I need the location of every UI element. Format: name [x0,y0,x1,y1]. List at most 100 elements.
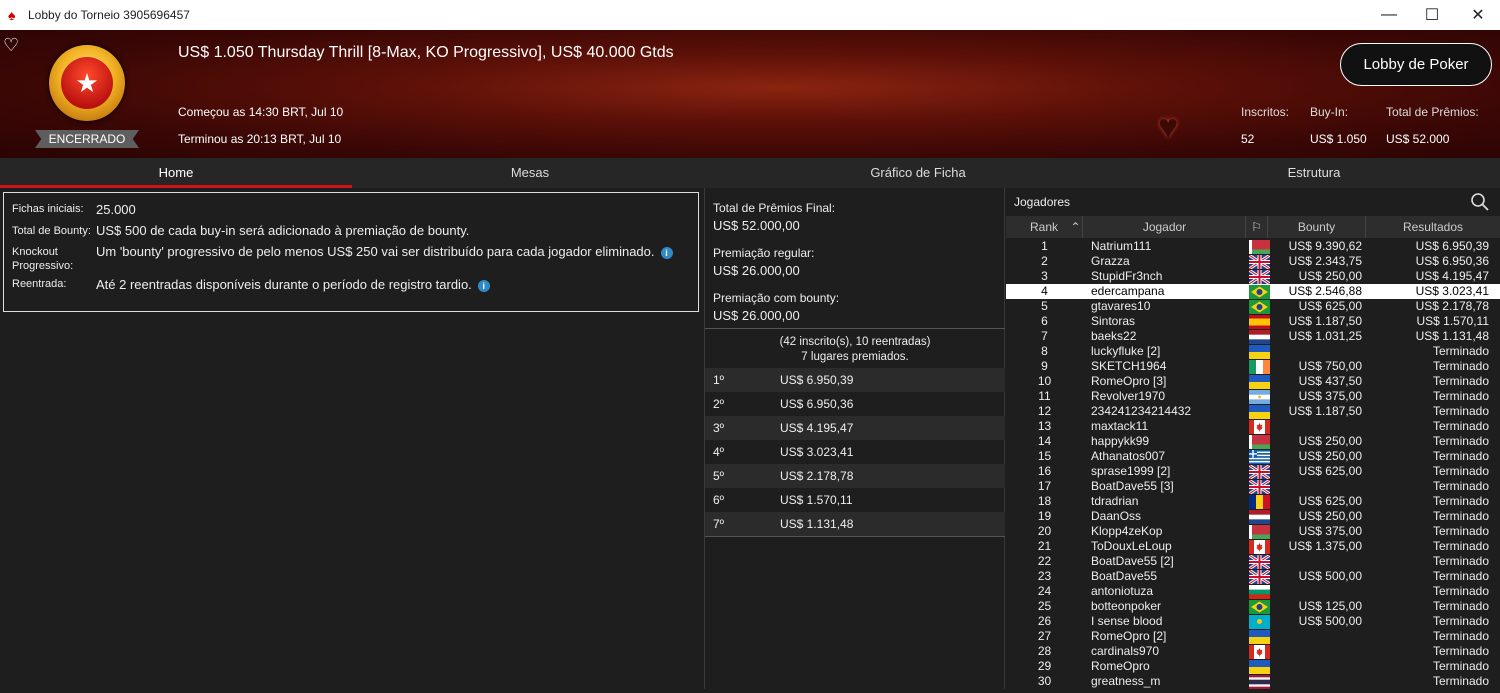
prizepool-label: Total de Prêmios: [1386,105,1479,119]
close-button[interactable]: ✕ [1455,0,1500,30]
rank-cell: 5 [1041,299,1048,313]
favorite-heart-icon[interactable]: ♡ [3,35,19,56]
player-name-cell: ToDouxLeLoup [1091,539,1172,553]
info-value: US$ 500 de cada buy-in será adicionado à… [96,223,470,238]
table-row[interactable]: 11 Revolver1970 US$ 375,00 Terminado [1006,389,1500,405]
info-row-starting-chips: Fichas iniciais: 25.000 [12,200,690,219]
table-row[interactable]: 28 cardinals970 Terminado [1006,644,1500,659]
table-row[interactable]: 20 Klopp4zeKop US$ 375,00 Terminado [1006,524,1500,539]
table-row[interactable]: 2 Grazza US$ 2.343,75 US$ 6.950,36 [1006,253,1500,271]
player-name-cell: Klopp4zeKop [1091,524,1163,538]
minimize-button[interactable]: — [1366,0,1412,30]
table-row[interactable]: 10 RomeOpro [3] US$ 437,50 Terminado [1006,374,1500,390]
entrants-label: Inscritos: [1241,105,1290,119]
player-name-cell: Natrium111 [1091,239,1152,253]
player-name-cell: I sense blood [1091,614,1163,628]
table-row[interactable]: 17 BoatDave55 [3] Terminado [1006,478,1500,496]
rank-cell: 15 [1037,449,1052,463]
poker-lobby-button[interactable]: Lobby de Poker [1340,43,1492,86]
table-row[interactable]: 6 Sintoras US$ 1.187,50 US$ 1.570,11 [1006,314,1500,330]
table-row[interactable]: 7 baeks22 US$ 1.031,25 US$ 1.131,48 [1006,329,1500,345]
entries-summary: (42 inscrito(s), 10 reentradas) [779,336,931,348]
tab-tables[interactable]: Mesas [352,158,708,188]
tab-chip-graph[interactable]: Gráfico de Ficha [708,158,1128,188]
window-title: Lobby do Torneio 3905696457 [28,8,190,22]
sort-asc-icon[interactable]: ⌃ [1068,216,1083,238]
rank-cell: 13 [1037,419,1052,433]
info-icon[interactable]: i [477,279,490,292]
table-row[interactable]: 14 happykk99 US$ 250,00 Terminado [1006,434,1500,449]
payout-amount: US$ 6.950,36 [780,397,854,411]
search-icon[interactable] [1470,192,1490,212]
end-time: Terminou as 20:13 BRT, Jul 10 [178,132,342,146]
table-row[interactable]: 9 SKETCH1964 US$ 750,00 Terminado [1006,359,1500,374]
table-row-current-player[interactable]: 4 edercampana US$ 2.546,88 US$ 3.023,41 [1006,284,1500,299]
col-flag-icon[interactable]: ⚐ [1246,216,1268,238]
result-cell: Terminado [1432,404,1489,418]
tab-bar: Home Mesas Gráfico de Ficha Estrutura [0,158,1500,188]
col-bounty[interactable]: Bounty [1268,216,1366,238]
table-row[interactable]: 12 234241234214432 US$ 1.187,50 Terminado [1006,404,1500,420]
table-row[interactable]: 22 BoatDave55 [2] Terminado [1006,553,1500,571]
result-cell: Terminado [1432,524,1489,538]
payout-amount: US$ 4.195,47 [780,421,854,435]
regular-prize-label: Premiação regular: [713,246,815,260]
table-row[interactable]: 19 DaanOss US$ 250,00 Terminado [1006,509,1500,525]
maximize-button[interactable]: ☐ [1409,0,1455,30]
table-row[interactable]: 1 Natrium111 US$ 9.390,62 US$ 6.950,39 [1006,239,1500,254]
table-row[interactable]: 13 maxtack11 Terminado [1006,419,1500,434]
result-cell: Terminado [1432,434,1489,448]
table-row[interactable]: 16 sprase1999 [2] US$ 625,00 Terminado [1006,463,1500,481]
info-key: Fichas iniciais: [12,203,84,215]
table-row[interactable]: 3 StupidFr3nch US$ 250,00 US$ 4.195,47 [1006,268,1500,286]
brazil-flag-icon [1249,300,1270,314]
payout-row: 7º US$ 1.131,48 [705,512,1005,536]
rank-cell: 21 [1037,539,1052,553]
info-icon[interactable]: i [660,246,673,259]
bounty-cell: US$ 250,00 [1298,434,1362,448]
bounty-cell: US$ 625,00 [1298,299,1362,313]
tournament-info-box: Fichas iniciais: 25.000 Total de Bounty:… [3,192,699,312]
result-cell: Terminado [1432,539,1489,553]
paid-places: 7 lugares premiados. [801,351,909,363]
player-name-cell: SKETCH1964 [1091,359,1167,373]
table-row[interactable]: 29 RomeOpro Terminado [1006,659,1500,675]
table-row[interactable]: 26 I sense blood US$ 500,00 Terminado [1006,614,1500,629]
tab-home[interactable]: Home [0,158,352,188]
rank-cell: 7 [1041,329,1048,343]
payout-position: 6º [713,493,725,507]
bounty-cell: US$ 1.375,00 [1288,539,1362,553]
col-results[interactable]: Resultados [1366,216,1500,238]
rank-cell: 19 [1037,509,1052,523]
player-name-cell: Revolver1970 [1091,389,1166,403]
player-name-cell: Grazza [1091,254,1130,268]
tournament-header: ♡ ★ ENCERRADO US$ 1.050 Thursday Thrill … [0,30,1500,158]
table-row[interactable]: 30 greatness_m Terminado [1006,674,1500,689]
tournament-badge-icon: ★ [49,45,125,121]
table-row[interactable]: 23 BoatDave55 US$ 500,00 Terminado [1006,568,1500,586]
bounty-cell: US$ 250,00 [1298,509,1362,523]
table-row[interactable]: 5 gtavares10 US$ 625,00 US$ 2.178,78 [1006,299,1500,314]
info-value: 25.000 [96,202,136,217]
ukraine-flag-icon [1249,630,1270,645]
table-row[interactable]: 21 ToDouxLeLoup US$ 1.375,00 Terminado [1006,539,1500,554]
player-name-cell: antoniotuza [1091,584,1154,598]
regular-prize-value: US$ 26.000,00 [713,263,800,278]
table-row[interactable]: 15 Athanatos007 US$ 250,00 Terminado [1006,449,1500,465]
rank-cell: 18 [1037,494,1052,508]
player-name-cell: luckyfluke [2] [1091,344,1161,358]
payout-row: 6º US$ 1.570,11 [705,488,1005,512]
table-row[interactable]: 27 RomeOpro [2] Terminado [1006,629,1500,645]
table-row[interactable]: 18 tdradrian US$ 625,00 Terminado [1006,494,1500,509]
player-name-cell: BoatDave55 [3] [1091,479,1174,493]
result-cell: Terminado [1432,494,1489,508]
rank-cell: 12 [1037,404,1052,418]
canada-flag-icon [1249,540,1270,554]
table-row[interactable]: 24 antoniotuza Terminado [1006,584,1500,600]
payout-position: 3º [713,421,725,435]
table-row[interactable]: 8 luckyfluke [2] Terminado [1006,344,1500,360]
table-row[interactable]: 25 botteonpoker US$ 125,00 Terminado [1006,599,1500,614]
col-player[interactable]: Jogador [1084,216,1246,238]
tab-structure[interactable]: Estrutura [1128,158,1500,188]
result-cell: US$ 1.131,48 [1415,329,1489,343]
